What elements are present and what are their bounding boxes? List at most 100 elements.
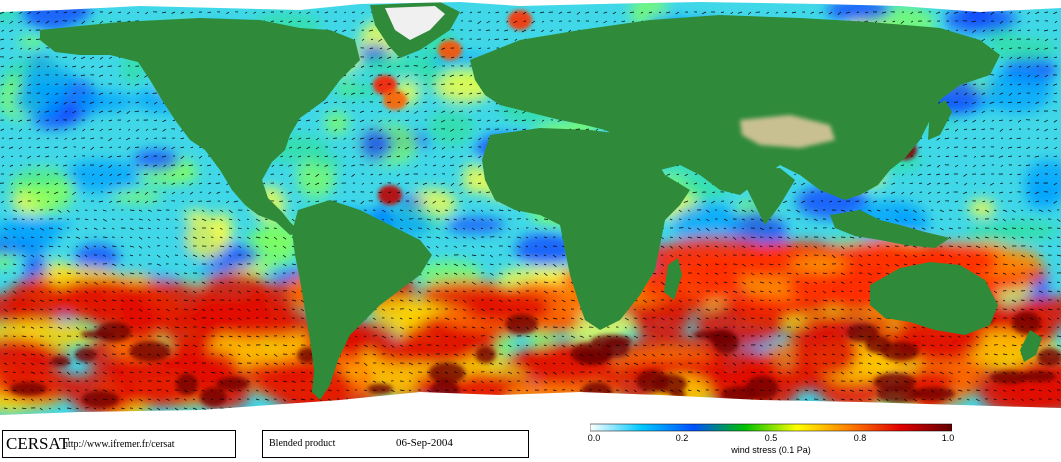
- wind-arrow: [10, 38, 14, 40]
- wind-arrow: [669, 236, 673, 238]
- wind-arrow: [928, 200, 932, 202]
- wind-arrow: [486, 191, 491, 193]
- stress-patch: [505, 314, 538, 335]
- wind-arrow: [705, 245, 709, 247]
- wind-arrow: [273, 227, 277, 229]
- stress-patch: [383, 90, 407, 110]
- stress-patch: [14, 82, 65, 119]
- wind-arrow: [129, 209, 135, 211]
- wind-arrow: [183, 317, 187, 319]
- stress-patch: [1012, 311, 1041, 335]
- wind-arrow: [786, 245, 792, 247]
- wind-arrow: [759, 299, 764, 301]
- wind-arrow: [37, 155, 41, 157]
- wind-arrow: [840, 290, 844, 292]
- stress-patch: [712, 331, 739, 354]
- stress-patch: [50, 356, 71, 367]
- stress-patch: [966, 223, 1025, 242]
- stress-patch: [378, 185, 402, 205]
- stress-patch: [912, 387, 955, 401]
- wind-arrow: [228, 263, 233, 265]
- stress-patch: [982, 70, 1053, 113]
- wind-arrow: [21, 308, 27, 310]
- wind-arrow: [543, 218, 549, 220]
- wind-arrow: [543, 254, 547, 256]
- wind-arrow: [73, 164, 77, 166]
- wind-arrow: [498, 209, 504, 211]
- wind-arrow: [127, 200, 131, 202]
- wind-arrow: [3, 218, 7, 220]
- wind-arrow: [459, 74, 464, 76]
- wind-arrow: [273, 308, 278, 310]
- wind-arrow: [777, 317, 783, 319]
- wind-arrow: [111, 245, 117, 247]
- wind-arrow: [414, 128, 419, 130]
- wind-arrow: [831, 227, 835, 229]
- wind-arrow: [279, 200, 284, 202]
- wind-arrow: [102, 236, 108, 238]
- wind-arrow: [426, 281, 431, 283]
- wind-arrow: [1056, 245, 1061, 247]
- wind-arrow: [100, 182, 104, 184]
- stress-patch: [129, 341, 171, 362]
- wind-arrow: [102, 227, 106, 229]
- wind-arrow: [750, 317, 755, 319]
- wind-arrow: [19, 29, 23, 31]
- wind-arrow: [561, 254, 566, 256]
- wind-arrow: [514, 11, 518, 13]
- wind-arrow: [156, 344, 160, 346]
- wind-arrow: [494, 38, 500, 40]
- stress-patch: [508, 10, 532, 30]
- wind-arrow: [127, 164, 131, 166]
- wind-arrow: [206, 200, 212, 202]
- stress-patch: [132, 149, 180, 171]
- stress-patch: [9, 382, 47, 396]
- wind-arrow: [156, 209, 162, 211]
- stress-patch: [324, 111, 349, 135]
- stress-patch: [80, 330, 115, 339]
- wind-arrow: [291, 308, 295, 310]
- wind-arrow: [858, 335, 864, 337]
- wind-arrow: [990, 137, 995, 139]
- wind-arrow: [468, 146, 473, 148]
- wind-arrow: [363, 335, 367, 337]
- wind-arrow: [228, 227, 233, 229]
- wind-arrow: [552, 290, 557, 292]
- wind-arrow: [28, 128, 32, 130]
- wind-arrow: [333, 20, 338, 22]
- wind-arrow: [201, 335, 206, 337]
- wind-arrow: [883, 20, 887, 22]
- wind-arrow: [885, 326, 890, 328]
- wind-arrow: [795, 236, 799, 238]
- wind-arrow: [9, 200, 14, 202]
- stress-patch: [14, 171, 70, 184]
- wind-arrow: [270, 20, 275, 22]
- wind-arrow: [1056, 281, 1060, 283]
- wind-arrow: [1036, 137, 1040, 139]
- stress-patch: [463, 290, 551, 324]
- stress-patch: [873, 373, 916, 392]
- wind-arrow: [28, 29, 32, 31]
- wind-arrow: [1047, 344, 1051, 346]
- wind-arrow: [162, 191, 167, 193]
- wind-arrow: [459, 110, 464, 112]
- wind-arrow: [397, 101, 401, 103]
- stress-patch: [745, 376, 779, 400]
- wind-arrow: [1020, 299, 1025, 301]
- wind-arrow: [388, 191, 392, 193]
- stress-patch: [184, 218, 228, 260]
- wind-arrow: [163, 173, 167, 175]
- wind-arrow: [486, 29, 491, 31]
- wind-arrow: [144, 164, 149, 166]
- wind-arrow: [552, 308, 557, 310]
- wind-arrow: [720, 11, 725, 13]
- wind-arrow: [399, 209, 404, 211]
- wind-arrow: [642, 308, 646, 310]
- stress-patch: [216, 376, 250, 391]
- wind-arrow: [561, 317, 565, 319]
- wind-arrow: [369, 47, 374, 49]
- stress-patch: [199, 387, 227, 407]
- wind-arrow: [360, 146, 365, 148]
- wind-arrow: [1011, 290, 1015, 292]
- wind-arrow: [1056, 227, 1061, 229]
